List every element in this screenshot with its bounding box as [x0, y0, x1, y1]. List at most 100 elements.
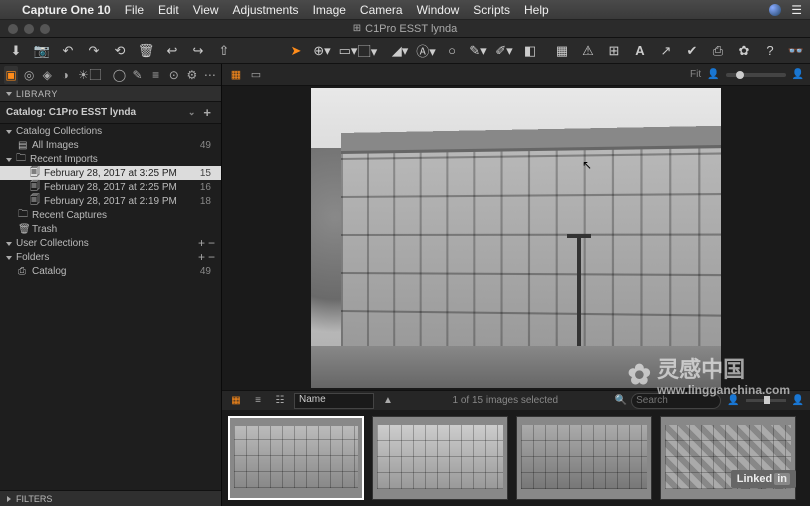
- browser-filmstrip-icon[interactable]: ☷: [272, 393, 288, 409]
- thumbnail-2[interactable]: [516, 416, 652, 500]
- tooltab-color[interactable]: ◑: [58, 66, 72, 84]
- catalog-selector[interactable]: Catalog: C1Pro ESST lynda ⌄ +: [0, 102, 221, 124]
- sort-dropdown[interactable]: Name: [294, 393, 374, 409]
- zoom-slider[interactable]: [726, 73, 786, 77]
- tooltab-capture[interactable]: ◎: [22, 66, 36, 84]
- thumbnail-browser: [222, 410, 810, 506]
- window-controls[interactable]: [8, 24, 50, 34]
- title-icon: ⊞: [353, 23, 361, 34]
- menu-help[interactable]: Help: [524, 3, 549, 17]
- menu-edit[interactable]: Edit: [158, 3, 179, 17]
- view-single-icon[interactable]: ▭: [248, 67, 264, 83]
- image-viewer[interactable]: ↖: [222, 86, 810, 390]
- tree-catalog-item[interactable]: ⎙ Catalog 49: [0, 264, 221, 278]
- tree-catalog-collections[interactable]: Catalog Collections: [0, 124, 221, 138]
- tree-folders[interactable]: Folders + −: [0, 250, 221, 264]
- browser-grid-icon[interactable]: ▦: [228, 393, 244, 409]
- person-icon[interactable]: 👤: [707, 69, 719, 80]
- warning-icon[interactable]: ⚠: [578, 41, 598, 61]
- tooltab-lens[interactable]: ◈: [40, 66, 54, 84]
- tooltab-exposure[interactable]: ☀: [76, 66, 90, 84]
- check-icon[interactable]: ✔: [682, 41, 702, 61]
- forward-button[interactable]: ↪: [188, 41, 208, 61]
- thumbnail-1[interactable]: [372, 416, 508, 500]
- selection-status: 1 of 15 images selected: [402, 395, 609, 406]
- thumbnail-0[interactable]: [228, 416, 364, 500]
- app-name[interactable]: Capture One 10: [22, 3, 111, 17]
- menu-image[interactable]: Image: [313, 3, 346, 17]
- fit-label: Fit: [690, 69, 701, 80]
- cursor-tool[interactable]: ➤: [286, 41, 306, 61]
- tooltab-library[interactable]: ▣: [4, 66, 18, 84]
- tooltab-meta[interactable]: ≡: [149, 66, 163, 84]
- tree-import-2[interactable]: 🗐 February 28, 2017 at 2:19 PM 18: [0, 194, 221, 208]
- menu-file[interactable]: File: [125, 3, 144, 17]
- move-tool[interactable]: ▭▾: [338, 41, 358, 61]
- grid-icon[interactable]: ▦: [552, 41, 572, 61]
- menu-adjustments[interactable]: Adjustments: [233, 3, 299, 17]
- crop-tool[interactable]: ⃞▾: [364, 41, 384, 61]
- add-collection-button[interactable]: +: [195, 236, 205, 250]
- menu-window[interactable]: Window: [417, 3, 460, 17]
- glasses-icon[interactable]: 👓: [786, 41, 806, 61]
- menu-extra-icon[interactable]: ☰: [791, 3, 802, 17]
- delete-button[interactable]: 🗑: [136, 41, 156, 61]
- tree-user-collections[interactable]: User Collections + −: [0, 236, 221, 250]
- person-icon-2[interactable]: 👤: [792, 69, 804, 80]
- tooltab-adjust[interactable]: ✎: [131, 66, 145, 84]
- gradient-tool[interactable]: ◧: [520, 41, 540, 61]
- library-header[interactable]: LIBRARY: [0, 86, 221, 102]
- remove-collection-button[interactable]: −: [205, 236, 215, 250]
- remove-folder-button[interactable]: −: [205, 250, 215, 264]
- catalog-add-button[interactable]: +: [199, 105, 215, 120]
- sort-direction-icon[interactable]: ▲: [380, 393, 396, 409]
- spot-tool[interactable]: ○: [442, 41, 462, 61]
- thumb-size-slider[interactable]: [746, 399, 786, 402]
- browser-list-icon[interactable]: ≡: [250, 393, 266, 409]
- person-filter-icon-2[interactable]: 👤: [792, 395, 804, 406]
- catalog-dropdown-icon[interactable]: ⌄: [184, 107, 200, 118]
- capture-button[interactable]: 📷: [32, 41, 52, 61]
- tooltab-more[interactable]: ⋯: [203, 66, 217, 84]
- straighten-tool[interactable]: ◢▾: [390, 41, 410, 61]
- back-button[interactable]: ↩: [162, 41, 182, 61]
- help-icon[interactable]: ?: [760, 41, 780, 61]
- status-indicator-icon[interactable]: [769, 4, 781, 16]
- hand-tool[interactable]: ⊕▾: [312, 41, 332, 61]
- trash-icon: 🗑: [18, 224, 32, 235]
- add-folder-button[interactable]: +: [195, 250, 205, 264]
- menu-view[interactable]: View: [193, 3, 219, 17]
- tooltab-output[interactable]: ⊙: [167, 66, 181, 84]
- pin-icon[interactable]: ↗: [656, 41, 676, 61]
- brush-tool[interactable]: ✎▾: [468, 41, 488, 61]
- search-input[interactable]: [631, 393, 721, 409]
- undo-button[interactable]: ↶: [58, 41, 78, 61]
- library-tree: Catalog Collections ▤ All Images 49 🗀 Re…: [0, 124, 221, 490]
- view-grid-icon[interactable]: ▦: [228, 67, 244, 83]
- export-button[interactable]: ⇧: [214, 41, 234, 61]
- tooltab-batch[interactable]: ⚙: [185, 66, 199, 84]
- catalog-label: Catalog: C1Pro ESST lynda: [6, 107, 136, 118]
- menu-scripts[interactable]: Scripts: [473, 3, 510, 17]
- print-icon[interactable]: ⎙: [708, 41, 728, 61]
- annotate-icon[interactable]: A: [630, 41, 650, 61]
- person-filter-icon[interactable]: 👤: [727, 395, 739, 406]
- eraser-tool[interactable]: ✐▾: [494, 41, 514, 61]
- pattern-icon[interactable]: ⊞: [604, 41, 624, 61]
- filters-header[interactable]: FILTERS: [0, 490, 221, 506]
- catalog-icon: ⎙: [18, 266, 32, 277]
- tree-recent-captures[interactable]: 🗀 Recent Captures: [0, 208, 221, 222]
- linkedin-badge: Linkedin: [731, 470, 796, 488]
- reset-button[interactable]: ⟲: [110, 41, 130, 61]
- settings-icon[interactable]: ✿: [734, 41, 754, 61]
- import-button[interactable]: ⬇: [6, 41, 26, 61]
- tooltab-details[interactable]: ◯: [112, 66, 126, 84]
- redo-button[interactable]: ↷: [84, 41, 104, 61]
- menu-camera[interactable]: Camera: [360, 3, 403, 17]
- stack-icon: ▤: [18, 140, 32, 151]
- tree-all-images[interactable]: ▤ All Images 49: [0, 138, 221, 152]
- tooltab-crop[interactable]: ⃞: [94, 66, 108, 84]
- tree-trash[interactable]: 🗑 Trash: [0, 222, 221, 236]
- macos-menubar: Capture One 10 File Edit View Adjustment…: [0, 0, 810, 20]
- keystone-tool[interactable]: Ⓐ▾: [416, 41, 436, 61]
